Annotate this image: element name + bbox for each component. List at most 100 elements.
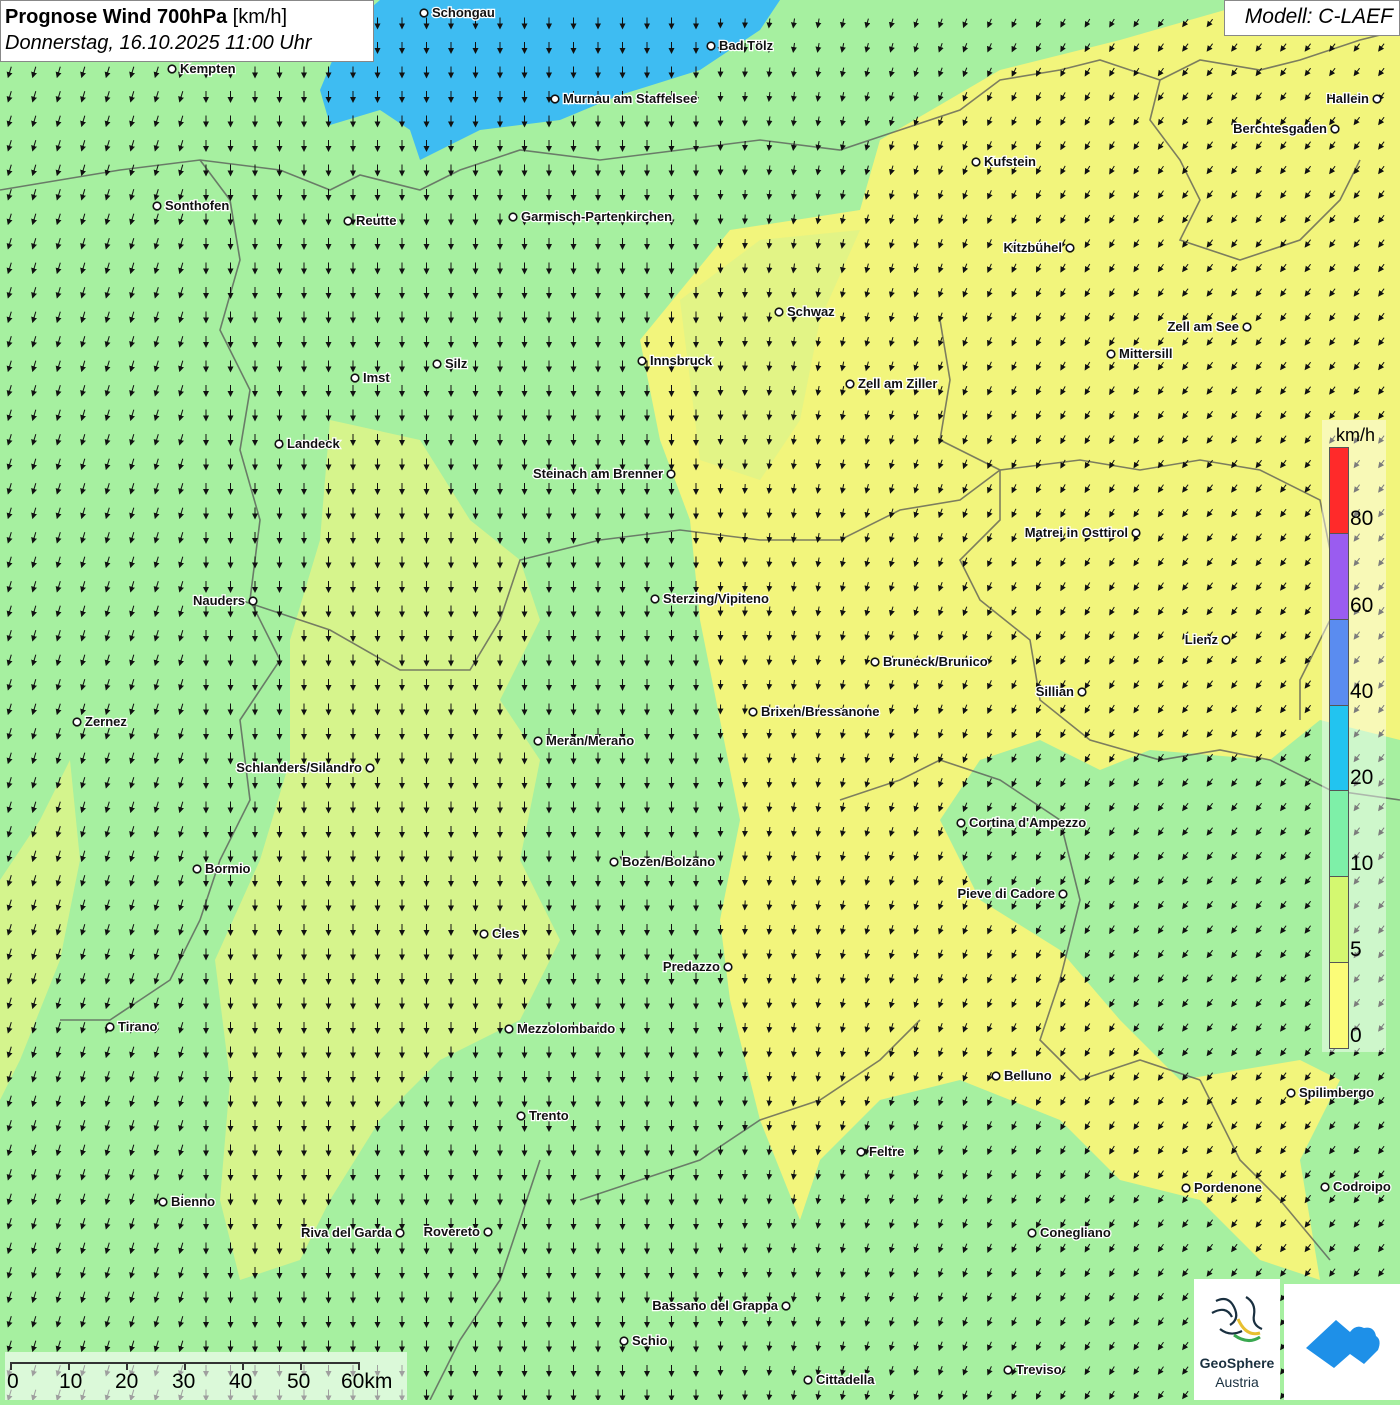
city-marker: Pordenone bbox=[1182, 1180, 1262, 1195]
scale-tick bbox=[242, 1362, 244, 1370]
scale-label-40: 40 bbox=[229, 1370, 252, 1394]
city-label: Sillian bbox=[1036, 684, 1074, 699]
legend-swatch-0 bbox=[1330, 963, 1348, 1048]
city-dot-icon bbox=[551, 95, 559, 103]
city-label: Zell am Ziller bbox=[858, 376, 937, 391]
city-dot-icon bbox=[396, 1229, 404, 1237]
city-dot-icon bbox=[366, 764, 374, 772]
city-label: Bozen/Bolzano bbox=[622, 854, 715, 869]
city-dot-icon bbox=[344, 217, 352, 225]
city-dot-icon bbox=[1373, 95, 1381, 103]
city-label: Pieve di Cadore bbox=[957, 886, 1055, 901]
city-label: Pordenone bbox=[1194, 1180, 1262, 1195]
scale-tick bbox=[10, 1362, 12, 1370]
city-dot-icon bbox=[1331, 125, 1339, 133]
city-marker: Bozen/Bolzano bbox=[610, 854, 715, 869]
city-marker: Berchtesgaden bbox=[1233, 121, 1339, 136]
legend-label-40: 40 bbox=[1350, 680, 1373, 704]
city-label: Kempten bbox=[180, 61, 236, 76]
city-dot-icon bbox=[724, 963, 732, 971]
city-label: Berchtesgaden bbox=[1233, 121, 1327, 136]
map-datetime: Donnerstag, 16.10.2025 11:00 Uhr bbox=[5, 30, 369, 56]
city-dot-icon bbox=[782, 1302, 790, 1310]
legend-label-10: 10 bbox=[1350, 852, 1373, 876]
city-dot-icon bbox=[153, 202, 161, 210]
city-marker: Conegliano bbox=[1028, 1225, 1111, 1240]
umbrella-cloud-icon bbox=[1284, 1284, 1400, 1400]
city-label: Codroipo bbox=[1333, 1179, 1391, 1194]
city-dot-icon bbox=[638, 357, 646, 365]
city-label: Meran/Merano bbox=[546, 733, 634, 748]
map-title: Prognose Wind 700hPa [km/h] bbox=[5, 4, 369, 30]
city-label: Cles bbox=[492, 926, 519, 941]
legend-unit: km/h bbox=[1336, 425, 1375, 446]
city-dot-icon bbox=[972, 158, 980, 166]
city-label: Kufstein bbox=[984, 154, 1036, 169]
city-label: Lienz bbox=[1185, 632, 1219, 647]
city-dot-icon bbox=[484, 1228, 492, 1236]
city-label: Schwaz bbox=[787, 304, 835, 319]
city-dot-icon bbox=[106, 1023, 114, 1031]
city-label: Bassano del Grappa bbox=[652, 1298, 778, 1313]
legend-swatch-10 bbox=[1330, 791, 1348, 877]
city-marker: Steinach am Brenner bbox=[533, 466, 675, 481]
city-label: Riva del Garda bbox=[301, 1225, 393, 1240]
city-marker: Bassano del Grappa bbox=[652, 1298, 790, 1313]
city-dot-icon bbox=[534, 737, 542, 745]
city-dot-icon bbox=[193, 865, 201, 873]
city-label: Zernez bbox=[85, 714, 127, 729]
city-label: Kitzbühel bbox=[1004, 240, 1063, 255]
city-marker: Schongau bbox=[420, 5, 495, 20]
city-dot-icon bbox=[1004, 1366, 1012, 1374]
map-title-box: Prognose Wind 700hPa [km/h] Donnerstag, … bbox=[0, 0, 374, 62]
city-label: Predazzo bbox=[663, 959, 720, 974]
legend-label-80: 80 bbox=[1350, 507, 1373, 531]
city-dot-icon bbox=[957, 819, 965, 827]
city-dot-icon bbox=[159, 1198, 167, 1206]
city-dot-icon bbox=[1107, 350, 1115, 358]
scale-label-50: 50 bbox=[287, 1370, 310, 1394]
city-dot-icon bbox=[1066, 244, 1074, 252]
city-dot-icon bbox=[480, 930, 488, 938]
city-dot-icon bbox=[420, 9, 428, 17]
city-dot-icon bbox=[433, 360, 441, 368]
city-dot-icon bbox=[1222, 636, 1230, 644]
city-label: Cittadella bbox=[816, 1372, 875, 1387]
scale-tick bbox=[184, 1362, 186, 1370]
city-marker: Innsbruck bbox=[638, 353, 713, 368]
scale-tick bbox=[358, 1362, 360, 1370]
city-label: Brixen/Bressanone bbox=[761, 704, 880, 719]
legend-colorbar bbox=[1329, 447, 1349, 1049]
city-marker: Riva del Garda bbox=[301, 1225, 404, 1240]
city-label: Landeck bbox=[287, 436, 341, 451]
city-label: Treviso bbox=[1016, 1362, 1062, 1377]
scale-label-10: 10 bbox=[59, 1370, 82, 1394]
city-label: Bienno bbox=[171, 1194, 215, 1209]
city-label: Bruneck/Brunico bbox=[883, 654, 988, 669]
scale-tick bbox=[68, 1362, 70, 1370]
city-dot-icon bbox=[667, 470, 675, 478]
city-dot-icon bbox=[168, 65, 176, 73]
city-label: Mezzolombardo bbox=[517, 1021, 615, 1036]
city-dot-icon bbox=[1182, 1184, 1190, 1192]
legend-label-20: 20 bbox=[1350, 766, 1373, 790]
app-logo[interactable] bbox=[1284, 1284, 1400, 1400]
city-marker: Matrei in Osttirol bbox=[1025, 525, 1140, 540]
city-label: Feltre bbox=[869, 1144, 904, 1159]
city-label: Innsbruck bbox=[650, 353, 713, 368]
city-label: Matrei in Osttirol bbox=[1025, 525, 1128, 540]
city-label: Sterzing/Vipiteno bbox=[663, 591, 769, 606]
city-dot-icon bbox=[1243, 323, 1251, 331]
city-marker: Pieve di Cadore bbox=[957, 886, 1066, 901]
city-marker: Bruneck/Brunico bbox=[871, 654, 988, 669]
city-dot-icon bbox=[707, 42, 715, 50]
city-label: Sonthofen bbox=[165, 198, 229, 213]
city-marker: Brixen/Bressanone bbox=[749, 704, 879, 719]
city-label: Trento bbox=[529, 1108, 569, 1123]
wind-map: SchongauBad TölzKemptenMurnau am Staffel… bbox=[0, 0, 1400, 1400]
city-dot-icon bbox=[505, 1025, 513, 1033]
scale-label-30: 30 bbox=[172, 1370, 195, 1394]
city-label: Zell am See bbox=[1167, 319, 1239, 334]
city-dot-icon bbox=[509, 213, 517, 221]
city-label: Tirano bbox=[118, 1019, 158, 1034]
